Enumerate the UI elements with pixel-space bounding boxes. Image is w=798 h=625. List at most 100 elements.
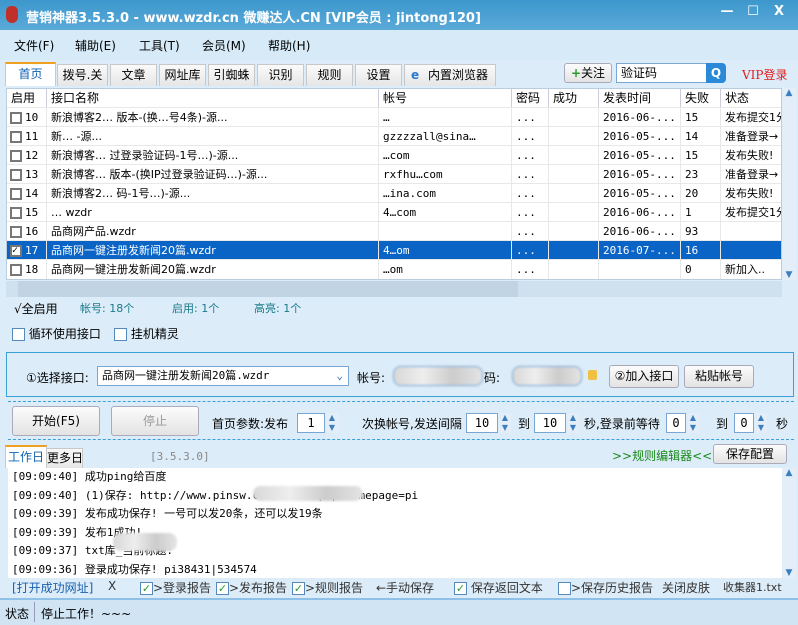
scroll-thumb[interactable]: [18, 281, 518, 297]
add-interface-button[interactable]: ②加入接口: [609, 365, 679, 388]
interval-to-input[interactable]: 10: [534, 413, 566, 433]
open-success-url-link[interactable]: [打开成功网址]: [12, 579, 93, 596]
publish-report-checkbox[interactable]: ✓ >发布报告: [216, 579, 287, 596]
column-header[interactable]: 成功: [549, 89, 599, 107]
log-scrollbar[interactable]: ▲ ▼: [782, 468, 796, 578]
interval-to-stepper[interactable]: ▲ ▼: [567, 413, 579, 433]
clear-x-button[interactable]: X: [108, 579, 116, 593]
menu-help[interactable]: 帮助(H): [268, 37, 310, 54]
account-count: 帐号: 18个: [80, 302, 135, 315]
hangup-checkbox[interactable]: 挂机精灵: [114, 325, 179, 342]
cell-status: [721, 241, 781, 260]
to-label: 到: [518, 417, 531, 431]
tab-rules[interactable]: 规则: [306, 64, 353, 86]
tab-settings[interactable]: 设置: [355, 64, 402, 86]
table-horizontal-scrollbar[interactable]: [6, 281, 782, 297]
menu-tools[interactable]: 工具(T): [139, 37, 180, 54]
table-row[interactable]: 18 品商网一键注册发新闻20篇.wzdr …om... 0 新加入..: [7, 259, 781, 279]
follow-button[interactable]: +关注: [564, 63, 612, 83]
redacted: [113, 533, 177, 551]
rule-report-checkbox[interactable]: ✓ >规则报告: [292, 579, 363, 596]
enable-checkbox[interactable]: ✓: [10, 245, 22, 257]
table-row[interactable]: 10 新浪博客2… 版本-(换…号4条)-源...…... 2016-06-... 1…: [7, 107, 781, 127]
publish-count-stepper[interactable]: ▲ ▼: [326, 413, 338, 433]
column-header[interactable]: 启用: [7, 89, 47, 107]
tab-url-lib[interactable]: 网址库: [159, 64, 206, 86]
tab-browser[interactable]: e 内置浏览器: [404, 64, 496, 86]
interval-from-stepper[interactable]: ▲ ▼: [499, 413, 511, 433]
interface-table: 启用 接口名称 帐号 密码 成功 发表时间 失败 状态 10 新浪博客2… 版本-(换…号4条)-…: [6, 88, 782, 280]
interface-select-value: 品商网一键注册发新闻20篇.wzdr: [102, 369, 270, 382]
save-history-checkbox[interactable]: >保存历史报告: [558, 579, 653, 596]
tab-article[interactable]: 文章: [110, 64, 157, 86]
interval-from-input[interactable]: 10: [466, 413, 498, 433]
enable-checkbox[interactable]: [10, 131, 22, 143]
save-return-text-checkbox[interactable]: ✓ 保存返回文本: [454, 579, 543, 596]
column-header[interactable]: 发表时间: [599, 89, 681, 107]
column-header[interactable]: 密码: [512, 89, 549, 107]
close-button[interactable]: X: [768, 4, 790, 22]
search-icon[interactable]: Q: [706, 63, 726, 83]
password-input[interactable]: [512, 366, 582, 386]
table-row[interactable]: 13 新浪博客… 版本-(换IP过登录验证码…)-源... rxfhu…com...…: [7, 164, 781, 184]
collector-label[interactable]: 收集器1.txt: [723, 579, 782, 595]
column-header[interactable]: 接口名称: [47, 89, 379, 107]
enable-checkbox[interactable]: [10, 150, 22, 162]
table-row[interactable]: 15 … wzdr 4…com... 2016-06-... 1 发布提交1分: [7, 202, 781, 222]
wait-to-input[interactable]: 0: [734, 413, 754, 433]
manual-save-button[interactable]: ←手动保存: [376, 579, 434, 596]
rule-editor-link[interactable]: >>规则编辑器<<: [612, 447, 712, 464]
login-report-checkbox[interactable]: ✓ >登录报告: [140, 579, 211, 596]
column-header[interactable]: 状态: [721, 89, 781, 107]
cell-status: 发布失败!: [721, 146, 781, 165]
enable-checkbox[interactable]: [10, 188, 22, 200]
enable-checkbox[interactable]: [10, 112, 22, 124]
interface-select[interactable]: 品商网一键注册发新闻20篇.wzdr ⌄: [97, 366, 349, 386]
minimize-button[interactable]: —: [716, 4, 738, 22]
enable-checkbox[interactable]: [10, 264, 22, 276]
menu-member[interactable]: 会员(M): [202, 37, 246, 54]
enable-all-link[interactable]: √全启用: [14, 300, 58, 317]
publish-count-input[interactable]: 1: [297, 413, 325, 433]
maximize-button[interactable]: ☐: [742, 4, 764, 22]
cell-date: 2016-05-...: [599, 146, 681, 165]
enable-checkbox[interactable]: [10, 169, 22, 181]
cell-account: …: [379, 108, 512, 127]
tab-work-log[interactable]: 工作日志: [5, 445, 47, 484]
cell-fail: 14: [681, 127, 721, 146]
save-config-button[interactable]: 保存配置: [713, 444, 787, 464]
wait-from-input[interactable]: 0: [666, 413, 686, 433]
table-row[interactable]: 14 新浪博客2… 码-1号…)-源... …ina.com... 2016-05-.…: [7, 183, 781, 203]
column-header[interactable]: 帐号: [379, 89, 512, 107]
cell-success: [549, 203, 599, 222]
tab-home[interactable]: 首页: [5, 62, 56, 86]
table-row[interactable]: 16 品商网产品.wzdr... 2016-06-... 93: [7, 221, 781, 241]
tab-spider[interactable]: 引蜘蛛: [208, 64, 255, 86]
table-row[interactable]: 12 新浪博客… 过登录验证码-1号…)-源... …com... 2016-05-.…: [7, 145, 781, 165]
loop-interface-checkbox[interactable]: 循环使用接口: [12, 325, 101, 342]
enable-checkbox[interactable]: [10, 226, 22, 238]
paste-account-button[interactable]: 粘贴帐号: [684, 365, 754, 388]
table-row[interactable]: ✓ 17 品商网一键注册发新闻20篇.wzdr 4…om... 2016-07-... 1…: [7, 240, 781, 260]
account-input[interactable]: [393, 366, 483, 386]
close-skin-button[interactable]: 关闭皮肤: [662, 579, 710, 596]
start-button[interactable]: 开始(F5): [12, 406, 100, 436]
cell-pwd: ...: [512, 260, 549, 279]
table-row[interactable]: 11 新… -源... gzzzzall@sina…... 2016-05-... 14…: [7, 126, 781, 146]
table-vertical-scrollbar[interactable]: ▲ ▼: [782, 88, 796, 280]
wait-from-stepper[interactable]: ▲ ▼: [687, 413, 699, 433]
cell-id: 18: [7, 260, 47, 279]
captcha-input[interactable]: 验证码: [616, 63, 708, 83]
status-label: 状态: [5, 607, 30, 621]
menu-file[interactable]: 文件(F): [14, 37, 54, 54]
vip-login-link[interactable]: VIP登录: [742, 66, 787, 83]
wait-to-stepper[interactable]: ▲ ▼: [755, 413, 767, 433]
enable-checkbox[interactable]: [10, 207, 22, 219]
app-logo-icon: [6, 6, 18, 23]
column-header[interactable]: 失败: [681, 89, 721, 107]
tab-dial[interactable]: 拨号.关: [57, 64, 108, 86]
menu-assist[interactable]: 辅助(E): [75, 37, 116, 54]
stop-button[interactable]: 停止: [111, 406, 199, 436]
tab-more-log[interactable]: 更多日志: [46, 448, 83, 468]
tab-recognize[interactable]: 识别: [257, 64, 304, 86]
